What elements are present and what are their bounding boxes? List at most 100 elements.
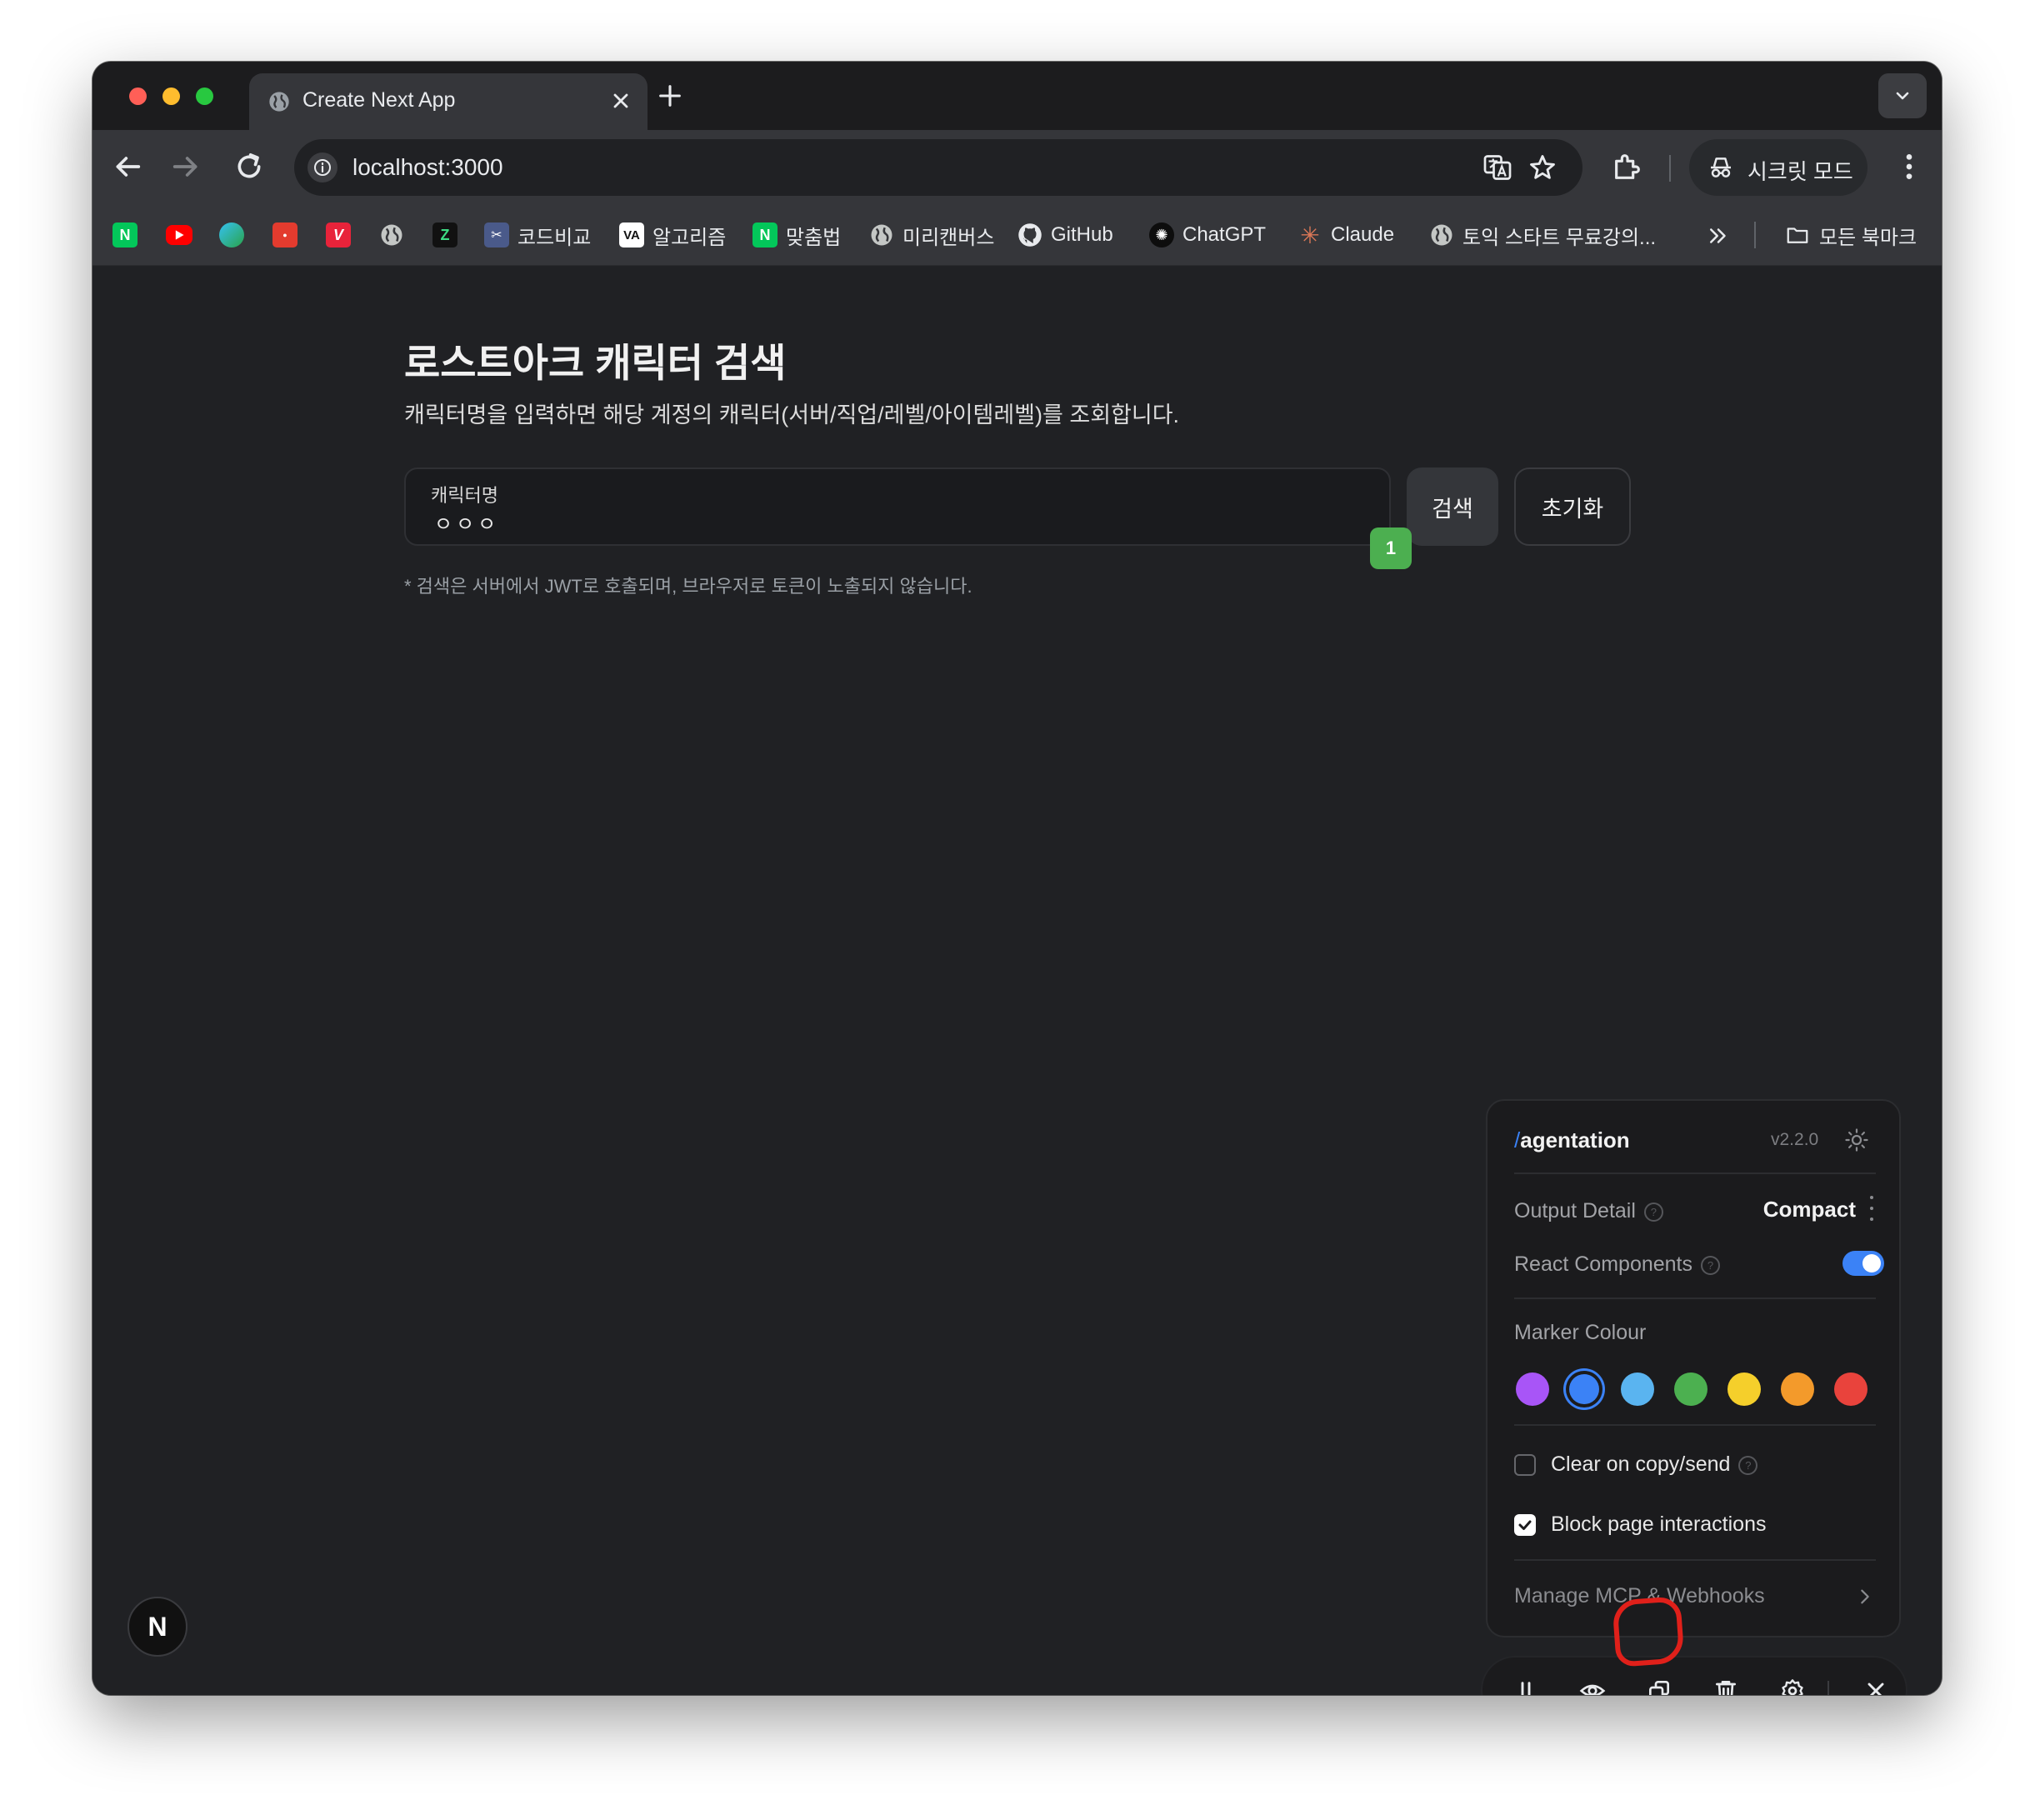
react-components-row: React Components? xyxy=(1514,1252,1721,1277)
address-bar[interactable]: localhost:3000 xyxy=(294,139,1582,196)
all-bookmarks-label: 모든 북마크 xyxy=(1819,226,1918,249)
close-button[interactable] xyxy=(1858,1672,1894,1695)
star-icon[interactable] xyxy=(1528,152,1558,182)
all-bookmarks[interactable]: 모든 북마크 xyxy=(1784,220,1917,250)
bookmark-v[interactable]: V xyxy=(326,220,351,250)
bookmark-naver[interactable]: N xyxy=(112,220,138,250)
swatch-purple[interactable] xyxy=(1516,1372,1549,1406)
naver-icon: N xyxy=(112,222,138,248)
bookmark-label: 맞춤법 xyxy=(786,226,842,249)
react-components-label: React Components xyxy=(1514,1252,1693,1276)
swatch-red[interactable] xyxy=(1834,1372,1868,1406)
new-tab-icon[interactable] xyxy=(656,82,684,110)
bookmark-toeic[interactable]: 토익 스타트 무료강의... xyxy=(1429,220,1656,250)
chevron-down-icon xyxy=(1896,92,1909,100)
agentation-toolbar xyxy=(1481,1656,1908,1695)
va-icon: VA xyxy=(619,222,644,248)
globe-icon xyxy=(1431,224,1452,246)
agentation-settings-panel: /agentation v2.2.0 Output Detail? Compac… xyxy=(1486,1099,1901,1638)
bookmark-z[interactable]: Z xyxy=(432,220,458,250)
toolbar-divider xyxy=(1669,155,1671,182)
incognito-button[interactable]: 시크릿 모드 xyxy=(1689,139,1868,196)
bookmark-label: 코드비교 xyxy=(518,226,592,249)
bookmark-claude[interactable]: ✳ Claude xyxy=(1298,220,1394,250)
incognito-icon xyxy=(1711,158,1731,178)
tab-search-button[interactable] xyxy=(1878,73,1927,118)
bookmark-code-compare[interactable]: ✂ 코드비교 xyxy=(484,220,591,250)
search-button[interactable]: 검색 xyxy=(1407,468,1498,546)
more-bookmarks-icon[interactable] xyxy=(1706,223,1731,248)
output-detail-label: Output Detail xyxy=(1514,1199,1636,1222)
eye-icon xyxy=(1579,1684,1606,1695)
swatch-yellow[interactable] xyxy=(1728,1372,1761,1406)
tab-title: Create Next App xyxy=(302,88,456,112)
bookmark-algorithm[interactable]: VA 알고리즘 xyxy=(619,220,726,250)
output-detail-dots-icon[interactable] xyxy=(1869,1194,1874,1222)
tab-create-next-app[interactable]: Create Next App xyxy=(249,73,648,130)
zoom-window-button[interactable] xyxy=(196,88,213,105)
bookmarks-bar: N ● V Z ✂ 코드비교 VA 알고리즘 N 맞춤법 미리캔버스 GitHu… xyxy=(92,205,1942,266)
sun-icon[interactable] xyxy=(1844,1128,1869,1152)
naver-icon: N xyxy=(752,222,778,248)
security-note: * 검색은 서버에서 JWT로 호출되며, 브라우저로 토큰이 노출되지 않습니… xyxy=(404,576,972,597)
bookmark-spelling[interactable]: N 맞춤법 xyxy=(752,220,841,250)
annotation-marker[interactable]: 1 xyxy=(1370,528,1412,569)
bookmark-edge[interactable] xyxy=(219,220,244,250)
bookmark-youtube[interactable] xyxy=(166,220,192,250)
block-interactions-checkbox[interactable] xyxy=(1514,1514,1536,1536)
block-interactions-label: Block page interactions xyxy=(1551,1512,1767,1536)
reset-button[interactable]: 초기화 xyxy=(1514,468,1631,546)
version-label: v2.2.0 xyxy=(1771,1130,1819,1149)
panel-divider xyxy=(1514,1172,1876,1174)
folder-icon xyxy=(1787,228,1808,243)
swatch-orange[interactable] xyxy=(1781,1372,1814,1406)
bookmark-chatgpt[interactable]: ✺ ChatGPT xyxy=(1149,220,1266,250)
swatch-green[interactable] xyxy=(1674,1372,1708,1406)
swatch-blue[interactable] xyxy=(1569,1374,1599,1404)
url-text: localhost:3000 xyxy=(352,154,503,180)
forward-arrow-icon[interactable] xyxy=(169,150,202,183)
minimize-window-button[interactable] xyxy=(162,88,180,105)
translate-icon[interactable] xyxy=(1482,152,1512,182)
incognito-label: 시크릿 모드 xyxy=(1748,159,1853,184)
character-name-field[interactable]: 캐릭터명 ㅇㅇㅇ xyxy=(404,468,1391,546)
browser-menu-icon[interactable] xyxy=(1892,150,1926,183)
tab-strip: Create Next App xyxy=(92,62,1942,130)
copy-icon xyxy=(1649,1681,1669,1695)
bookmark-label: ChatGPT xyxy=(1182,223,1267,246)
pause-button[interactable] xyxy=(1508,1672,1544,1695)
delete-button[interactable] xyxy=(1708,1672,1744,1695)
reload-icon[interactable] xyxy=(232,150,266,183)
output-detail-select[interactable]: Compact xyxy=(1763,1197,1856,1222)
copy-button[interactable] xyxy=(1641,1672,1678,1695)
settings-button[interactable] xyxy=(1774,1672,1811,1695)
clear-on-copy-row: Clear on copy/send? xyxy=(1551,1452,1758,1477)
clear-on-copy-label: Clear on copy/send xyxy=(1551,1452,1731,1476)
bookmark-globe[interactable] xyxy=(379,220,404,250)
toggle-markers-button[interactable] xyxy=(1574,1672,1611,1695)
bookmark-label: 알고리즘 xyxy=(652,226,727,249)
clear-on-copy-checkbox[interactable] xyxy=(1514,1454,1536,1476)
close-tab-icon[interactable] xyxy=(609,89,632,112)
bookmark-label: Claude xyxy=(1331,223,1395,246)
browser-toolbar: localhost:3000 시크릿 모드 xyxy=(92,130,1942,205)
bookmark-coupang[interactable]: ● xyxy=(272,220,298,250)
globe-icon xyxy=(381,224,402,246)
react-components-toggle[interactable] xyxy=(1842,1251,1884,1276)
bookmark-github[interactable]: GitHub xyxy=(1018,220,1113,250)
site-info-button[interactable] xyxy=(308,152,338,182)
bookmark-miricanvas[interactable]: 미리캔버스 xyxy=(869,220,994,250)
compare-icon: ✂ xyxy=(484,222,509,248)
close-window-button[interactable] xyxy=(129,88,147,105)
help-icon: ? xyxy=(1643,1202,1663,1222)
swatch-sky[interactable] xyxy=(1621,1372,1654,1406)
agentation-title: /agentation xyxy=(1514,1128,1630,1153)
chevron-right-icon xyxy=(1861,1589,1869,1604)
gear-icon xyxy=(1782,1679,1803,1695)
extensions-icon[interactable] xyxy=(1611,150,1644,183)
back-arrow-icon[interactable] xyxy=(111,150,144,183)
character-name-input[interactable]: ㅇㅇㅇ xyxy=(434,508,499,537)
nextjs-dev-badge[interactable]: N xyxy=(128,1597,188,1657)
panel-divider xyxy=(1514,1424,1876,1426)
coupang-icon: ● xyxy=(272,222,298,248)
